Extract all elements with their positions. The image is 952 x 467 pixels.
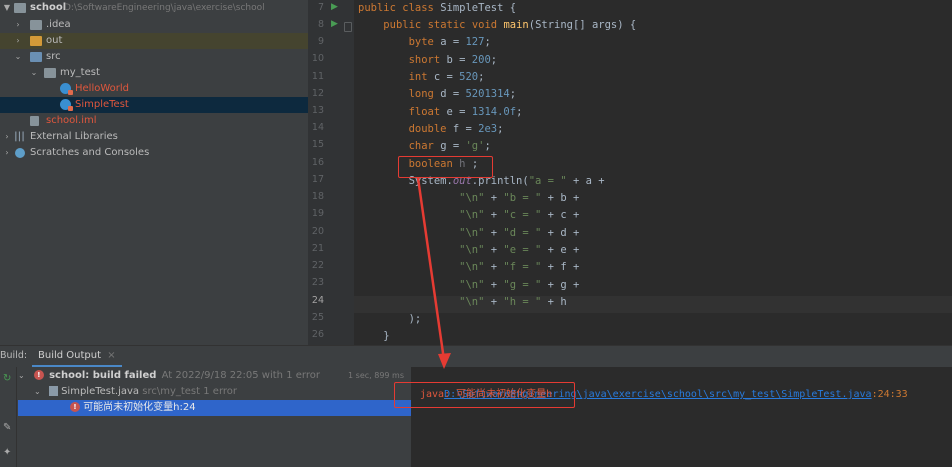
annotation-arrow: [416, 177, 451, 369]
